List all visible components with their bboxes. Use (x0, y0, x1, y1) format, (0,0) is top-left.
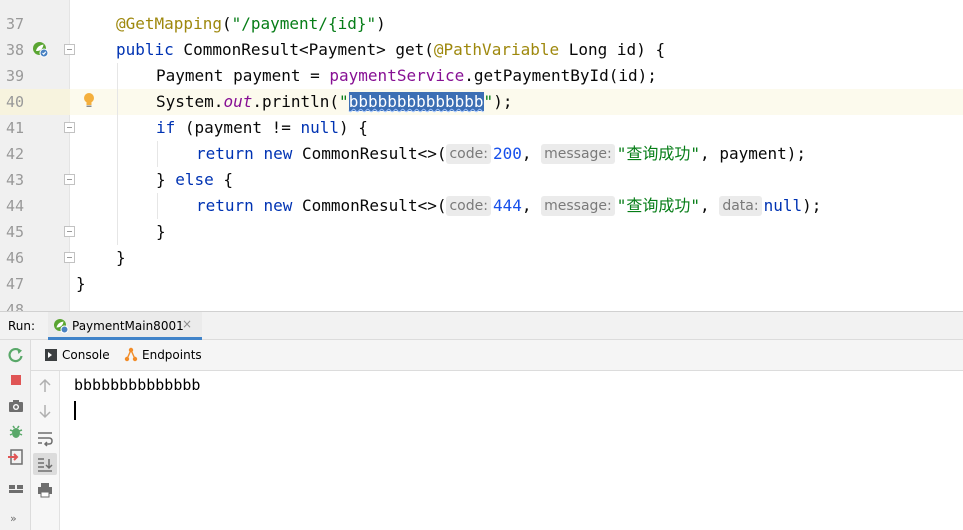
tab-console[interactable]: Console (45, 340, 125, 370)
close-icon[interactable]: × (182, 317, 192, 331)
arrow-down-icon[interactable] (36, 402, 54, 420)
exit-icon[interactable] (7, 448, 25, 466)
code-line-45[interactable]: } (76, 219, 963, 245)
spring-run-icon[interactable] (32, 41, 49, 58)
line-number: 45 (6, 223, 25, 241)
tab-console-label: Console (62, 348, 110, 362)
fold-marker[interactable] (64, 174, 75, 185)
line-number: 44 (6, 197, 25, 215)
code-editor[interactable]: 37 38 39 40 41 42 43 44 45 46 47 48 @Get… (0, 0, 963, 311)
selected-text: bbbbbbbbbbbbbb (348, 92, 484, 111)
code-line-46[interactable]: } (76, 245, 963, 271)
line-number: 47 (6, 275, 25, 293)
line-number: 41 (6, 119, 25, 137)
stop-icon[interactable] (7, 371, 25, 389)
editor-gutter: 37 38 39 40 41 42 43 44 45 46 47 48 (0, 0, 75, 311)
fold-marker[interactable] (64, 122, 75, 133)
soft-wrap-icon[interactable] (36, 429, 54, 447)
code-line-41[interactable]: if (payment != null) { (76, 115, 963, 141)
tab-endpoints-label: Endpoints (142, 348, 202, 362)
tab-endpoints[interactable]: Endpoints (124, 340, 214, 370)
code-line-39[interactable]: Payment payment = paymentService.getPaym… (76, 63, 963, 89)
endpoints-icon (124, 347, 138, 362)
param-hint-code: code: (446, 196, 491, 216)
code-line-43[interactable]: } else { (76, 167, 963, 193)
code-line-47[interactable]: } (76, 271, 963, 297)
line-number: 48 (6, 301, 25, 311)
camera-icon[interactable] (7, 397, 25, 415)
run-config-tab[interactable]: PaymentMain8001 × (48, 312, 202, 340)
line-number: 42 (6, 145, 25, 163)
line-number: 43 (6, 171, 25, 189)
run-left-toolbar: » (0, 340, 31, 530)
line-number: 37 (6, 15, 25, 33)
bug-icon[interactable] (7, 423, 25, 441)
line-number: 46 (6, 249, 25, 267)
console-output-line: bbbbbbbbbbbbbb (74, 376, 201, 394)
print-icon[interactable] (36, 481, 54, 499)
line-number: 40 (6, 93, 25, 111)
fold-marker[interactable] (64, 44, 75, 55)
run-label: Run: (8, 319, 36, 333)
scroll-to-end-icon (38, 458, 53, 472)
code-line-44[interactable]: return new CommonResult<>(code: 444, mess… (76, 193, 963, 219)
fold-marker[interactable] (64, 252, 75, 263)
console-output[interactable]: bbbbbbbbbbbbbb (60, 371, 963, 530)
console-icon (45, 349, 57, 361)
line-number: 39 (6, 67, 25, 85)
fold-marker[interactable] (64, 226, 75, 237)
console-toolbar (31, 371, 60, 530)
text-caret (74, 401, 76, 420)
code-line-37[interactable]: @GetMapping("/payment/{id}") (76, 11, 963, 37)
code-line-38[interactable]: public CommonResult<Payment> get(@PathVa… (76, 37, 963, 63)
param-hint-message: message: (541, 144, 615, 164)
run-tab-title: PaymentMain8001 (72, 319, 184, 333)
run-subtabs: Console Endpoints (31, 340, 963, 371)
code-line-40[interactable]: System.out.println("bbbbbbbbbbbbbb"); (76, 89, 963, 115)
code-line-42[interactable]: return new CommonResult<>(code: 200, mess… (76, 141, 963, 167)
scroll-to-end-toggle[interactable] (33, 453, 57, 475)
run-tool-window-header: Run: PaymentMain8001 × (0, 311, 963, 340)
rerun-icon[interactable] (7, 346, 25, 364)
line-number: 38 (6, 41, 25, 59)
param-hint-message: message: (541, 196, 615, 216)
param-hint-code: code: (446, 144, 491, 164)
more-tools-chevron-icon[interactable]: » (10, 512, 17, 525)
arrow-up-icon[interactable] (36, 377, 54, 395)
layout-icon[interactable] (7, 480, 25, 498)
spring-boot-icon (54, 319, 69, 334)
param-hint-data: data: (719, 196, 762, 216)
